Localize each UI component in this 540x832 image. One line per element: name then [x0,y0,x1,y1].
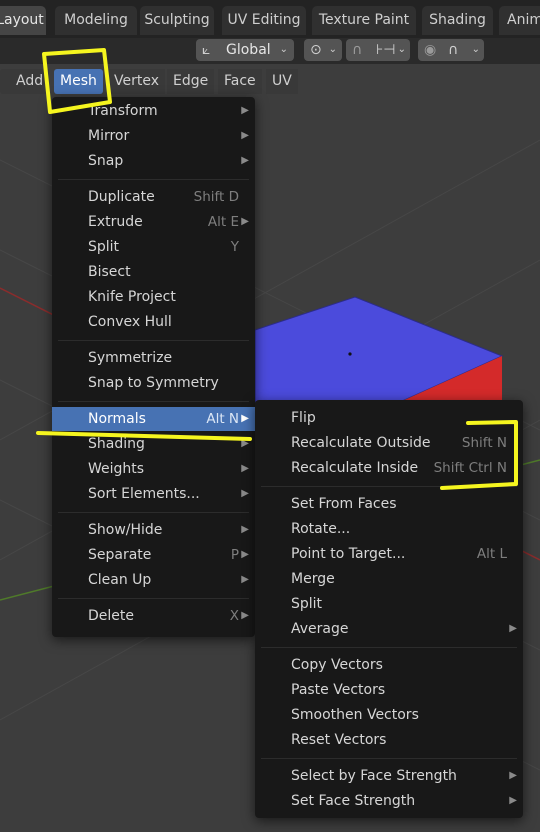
menu-uv[interactable]: UV [266,69,298,94]
menu-item-point-to-target[interactable]: Point to Target... Alt L [255,542,523,566]
submenu-arrow-icon: ▶ [241,105,249,116]
submenu-arrow-icon: ▶ [241,610,249,621]
menu-mesh[interactable]: Mesh [54,69,103,94]
snap-increment-icon: ⊦⊣ [376,42,396,58]
submenu-arrow-icon: ▶ [241,216,249,227]
submenu-arrow-icon: ▶ [241,549,249,560]
menu-separator [58,179,249,180]
workspace-tab-bar: Layout Modeling Sculpting UV Editing Tex… [0,0,540,38]
mesh-menu: Transform ▶ Mirror ▶ Snap ▶ Duplicate Shift … [52,97,255,637]
menu-item-duplicate[interactable]: Duplicate Shift D [52,185,255,209]
origin-dot [348,352,352,356]
menu-item-select-by-face-strength[interactable]: Select by Face Strength ▶ [255,764,523,788]
submenu-arrow-icon: ▶ [241,413,249,424]
menu-separator [58,340,249,341]
menu-item-normals[interactable]: Normals Alt N ▶ [52,407,255,431]
tab-shading[interactable]: Shading [422,6,493,35]
menu-item-split-normals[interactable]: Split [255,592,523,616]
menu-item-set-from-faces[interactable]: Set From Faces [255,492,523,516]
chevron-down-icon: ⌄ [279,44,288,55]
menu-edge[interactable]: Edge [167,69,215,94]
pivot-point-dropdown[interactable]: ⊙ ⌄ [304,39,342,61]
menu-item-recalculate-inside[interactable]: Recalculate Inside Shift Ctrl N [255,456,523,480]
pivot-icon: ⊙ [310,42,322,58]
snap-controls[interactable]: ∩ ⊦⊣ ⌄ [346,39,410,61]
menu-item-extrude[interactable]: Extrude Alt E ▶ [52,210,255,234]
menu-item-transform[interactable]: Transform ▶ [52,99,255,123]
menu-item-show-hide[interactable]: Show/Hide ▶ [52,518,255,542]
submenu-arrow-icon: ▶ [241,463,249,474]
magnet-icon: ∩ [352,42,363,58]
menu-item-paste-vectors[interactable]: Paste Vectors [255,678,523,702]
menu-item-knife-project[interactable]: Knife Project [52,285,255,309]
normals-submenu: Flip Recalculate Outside Shift N Recalcul… [255,400,523,818]
menu-item-convex-hull[interactable]: Convex Hull [52,310,255,334]
submenu-arrow-icon: ▶ [509,770,517,781]
tab-modeling[interactable]: Modeling [55,6,137,35]
submenu-arrow-icon: ▶ [241,574,249,585]
menu-item-rotate[interactable]: Rotate... [255,517,523,541]
orientation-value: Global [226,42,271,58]
submenu-arrow-icon: ▶ [509,795,517,806]
edit-mode-menubar: Add Mesh Vertex Edge Face UV [0,67,310,97]
chevron-down-icon: ⌄ [328,44,337,55]
menu-item-merge[interactable]: Merge [255,567,523,591]
submenu-arrow-icon: ▶ [241,155,249,166]
tab-uv-editing[interactable]: UV Editing [222,6,306,35]
proportional-edit-controls[interactable]: ◉ ∩ ⌄ [418,39,484,61]
menu-separator [58,401,249,402]
submenu-arrow-icon: ▶ [241,438,249,449]
menu-separator [261,758,517,759]
proportional-edit-icon: ◉ [424,42,437,58]
orientation-dropdown[interactable]: ⟀ Global ⌄ [196,39,294,61]
menu-item-snap-to-symmetry[interactable]: Snap to Symmetry [52,371,255,395]
menu-item-copy-vectors[interactable]: Copy Vectors [255,653,523,677]
tab-animation[interactable]: Anim [499,6,540,35]
chevron-down-icon: ⌄ [471,44,480,55]
menu-item-sort-elements[interactable]: Sort Elements... ▶ [52,482,255,506]
tab-texture-paint[interactable]: Texture Paint [312,6,416,35]
menu-separator [58,598,249,599]
menu-vertex[interactable]: Vertex [108,69,166,94]
menu-item-clean-up[interactable]: Clean Up ▶ [52,568,255,592]
menu-item-set-face-strength[interactable]: Set Face Strength ▶ [255,789,523,813]
menu-item-bisect[interactable]: Bisect [52,260,255,284]
menu-item-snap[interactable]: Snap ▶ [52,149,255,173]
menu-item-delete[interactable]: Delete X ▶ [52,604,255,628]
submenu-arrow-icon: ▶ [241,488,249,499]
falloff-curve-icon: ∩ [448,42,459,58]
tab-layout[interactable]: Layout [0,6,46,35]
menu-item-recalculate-outside[interactable]: Recalculate Outside Shift N [255,431,523,455]
menu-item-mirror[interactable]: Mirror ▶ [52,124,255,148]
tab-sculpting[interactable]: Sculpting [140,6,214,35]
menu-face[interactable]: Face [218,69,262,94]
menu-item-symmetrize[interactable]: Symmetrize [52,346,255,370]
menu-item-weights[interactable]: Weights ▶ [52,457,255,481]
submenu-arrow-icon: ▶ [241,524,249,535]
submenu-arrow-icon: ▶ [509,623,517,634]
menu-item-flip[interactable]: Flip [255,406,523,430]
menu-add[interactable]: Add [10,69,50,94]
menu-item-split[interactable]: Split Y [52,235,255,259]
menu-item-average[interactable]: Average ▶ [255,617,523,641]
transform-orientation-icon: ⟀ [202,42,211,58]
menu-separator [261,486,517,487]
menu-item-shading[interactable]: Shading ▶ [52,432,255,456]
menu-item-reset-vectors[interactable]: Reset Vectors [255,728,523,752]
menu-item-smoothen-vectors[interactable]: Smoothen Vectors [255,703,523,727]
menu-item-separate[interactable]: Separate P ▶ [52,543,255,567]
submenu-arrow-icon: ▶ [241,130,249,141]
menu-separator [261,647,517,648]
chevron-down-icon: ⌄ [397,44,406,55]
menu-separator [58,512,249,513]
